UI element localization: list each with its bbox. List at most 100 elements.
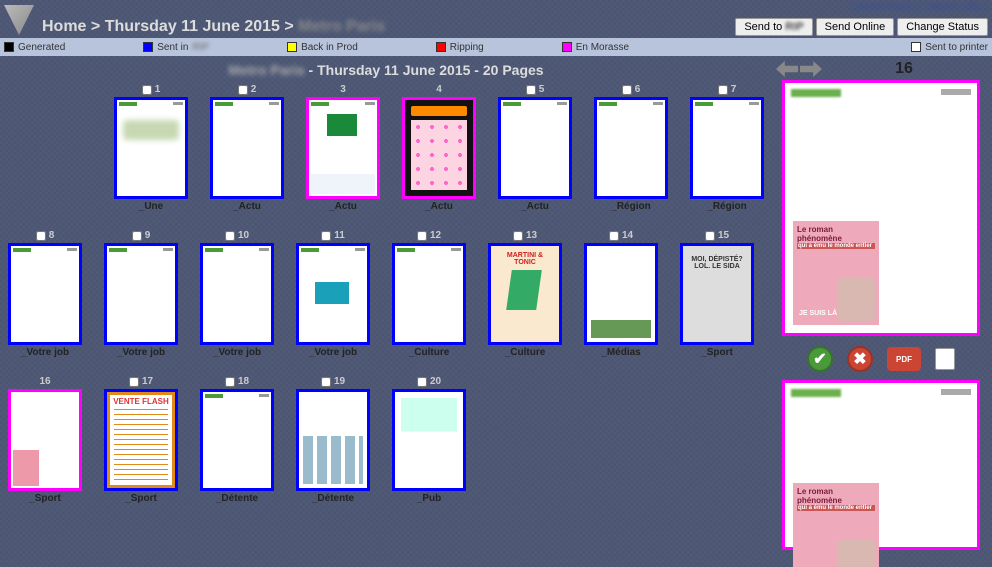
page-thumb-image[interactable]	[114, 97, 188, 199]
page-thumb-image[interactable]	[200, 243, 274, 345]
breadcrumb-date[interactable]: Thursday 11 June 2015	[105, 18, 280, 35]
page-thumb-image[interactable]	[392, 389, 466, 491]
status-swatch	[287, 42, 297, 52]
page-thumb-image[interactable]	[594, 97, 668, 199]
page-select-checkbox[interactable]	[132, 231, 142, 241]
send-to-label: Send to	[744, 21, 782, 33]
page-thumb-11[interactable]: 11_Votre job	[296, 230, 370, 358]
page-thumb-image[interactable]	[296, 389, 370, 491]
status-label: Sent to printer	[925, 42, 988, 53]
page-select-checkbox[interactable]	[321, 377, 331, 387]
preview-ad: Le roman phénomène qui a ému le monde en…	[793, 483, 879, 567]
prev-arrow-icon[interactable]	[776, 61, 798, 77]
breadcrumb-publication[interactable]: Metro Paris	[298, 18, 385, 35]
page-thumb-5[interactable]: 5_Actu	[498, 84, 572, 212]
page-thumb-8[interactable]: 8_Votre job	[8, 230, 82, 358]
page-number: 17	[129, 376, 153, 387]
page-select-checkbox[interactable]	[238, 85, 248, 95]
reject-button[interactable]: ✖	[847, 346, 873, 372]
pdf-button[interactable]: PDF	[887, 347, 921, 371]
page-thumb-image[interactable]	[8, 243, 82, 345]
page-thumb-1[interactable]: 1_Une	[114, 84, 188, 212]
breadcrumb-sep: >	[284, 18, 293, 35]
send-to-button[interactable]: Send to RIP	[735, 18, 812, 36]
page-thumb-image[interactable]	[402, 97, 476, 199]
page-section-label: _Détente	[288, 493, 378, 504]
page-select-checkbox[interactable]	[609, 231, 619, 241]
page-thumb-image[interactable]	[210, 97, 284, 199]
page-thumb-image[interactable]	[392, 243, 466, 345]
page-section-label: _Votre job	[0, 347, 90, 358]
page-thumb-image[interactable]	[306, 97, 380, 199]
top-link-a[interactable]: | Metro Paris |	[852, 2, 918, 13]
page-thumb-18[interactable]: 18_Détente	[200, 376, 274, 504]
top-links: | Metro Paris | | Metro Lille |	[0, 0, 992, 16]
status-swatch	[143, 42, 153, 52]
page-select-checkbox[interactable]	[526, 85, 536, 95]
page-select-checkbox[interactable]	[718, 85, 728, 95]
page-section-label: _Détente	[192, 493, 282, 504]
page-number: 16	[39, 376, 50, 387]
page-select-checkbox[interactable]	[417, 377, 427, 387]
page-select-checkbox[interactable]	[513, 231, 523, 241]
page-select-checkbox[interactable]	[225, 377, 235, 387]
page-section-label: _Pub	[384, 493, 474, 504]
page-select-checkbox[interactable]	[417, 231, 427, 241]
page-thumb-3[interactable]: 3_Actu	[306, 84, 380, 212]
next-arrow-icon[interactable]	[800, 61, 822, 77]
page-row: 1_Une2_Actu3_Actu4_Actu5_Actu6_Région7_R…	[4, 84, 768, 212]
page-thumb-15[interactable]: 15_Sport	[680, 230, 754, 358]
page-section-label: _Actu	[394, 201, 484, 212]
page-thumb-13[interactable]: 13_Culture	[488, 230, 562, 358]
approve-button[interactable]: ✔	[807, 346, 833, 372]
page-number: 1	[142, 84, 161, 95]
page-thumb-6[interactable]: 6_Région	[594, 84, 668, 212]
page-thumb-19[interactable]: 19_Détente	[296, 376, 370, 504]
page-thumb-image[interactable]	[488, 243, 562, 345]
status-label: Sent in	[157, 42, 188, 53]
top-link-b[interactable]: | Metro Lille |	[925, 2, 986, 13]
page-thumb-7[interactable]: 7_Région	[690, 84, 764, 212]
page-number: 4	[436, 84, 442, 95]
page-thumb-14[interactable]: 14_Médias	[584, 230, 658, 358]
page-thumb-image[interactable]	[690, 97, 764, 199]
page-thumb-12[interactable]: 12_Culture	[392, 230, 466, 358]
page-thumb-10[interactable]: 10_Votre job	[200, 230, 274, 358]
breadcrumb-home[interactable]: Home	[42, 18, 86, 35]
page-thumb-image[interactable]	[680, 243, 754, 345]
page-thumb-image[interactable]	[584, 243, 658, 345]
open-page-button[interactable]	[935, 348, 955, 370]
page-thumb-9[interactable]: 9_Votre job	[104, 230, 178, 358]
page-select-checkbox[interactable]	[129, 377, 139, 387]
page-thumb-image[interactable]	[104, 243, 178, 345]
status-key: Ripping	[436, 42, 484, 53]
page-select-checkbox[interactable]	[225, 231, 235, 241]
status-swatch	[4, 42, 14, 52]
page-thumb-4[interactable]: 4_Actu	[402, 84, 476, 212]
page-thumb-image[interactable]	[104, 389, 178, 491]
page-number: 11	[321, 230, 345, 241]
page-thumb-20[interactable]: 20_Pub	[392, 376, 466, 504]
page-select-checkbox[interactable]	[705, 231, 715, 241]
page-thumb-16[interactable]: 16_Sport	[8, 376, 82, 504]
preview-thumb[interactable]: Le roman phénomène qui a ému le monde en…	[782, 80, 980, 336]
page-rows: 1_Une2_Actu3_Actu4_Actu5_Actu6_Région7_R…	[4, 84, 768, 504]
page-section-label: _Culture	[384, 347, 474, 358]
change-status-button[interactable]: Change Status	[897, 18, 988, 36]
preview-ad-tag: JE SUIS LÀ	[799, 310, 837, 317]
page-thumb-image[interactable]	[8, 389, 82, 491]
page-thumb-17[interactable]: 17_Sport	[104, 376, 178, 504]
page-select-checkbox[interactable]	[36, 231, 46, 241]
page-select-checkbox[interactable]	[321, 231, 331, 241]
page-section-label: _Actu	[202, 201, 292, 212]
page-thumb-image[interactable]	[200, 389, 274, 491]
page-thumb-image[interactable]	[498, 97, 572, 199]
send-online-button[interactable]: Send Online	[816, 18, 895, 36]
page-row: 8_Votre job 9_Votre job 10_Votre job 11_Vot…	[4, 230, 768, 358]
page-thumb-2[interactable]: 2_Actu	[210, 84, 284, 212]
page-select-checkbox[interactable]	[142, 85, 152, 95]
preview-header: 16	[776, 58, 986, 80]
page-thumb-image[interactable]	[296, 243, 370, 345]
preview-thumb-secondary[interactable]: Le roman phénomène qui a ému le monde en…	[782, 380, 980, 550]
page-select-checkbox[interactable]	[622, 85, 632, 95]
